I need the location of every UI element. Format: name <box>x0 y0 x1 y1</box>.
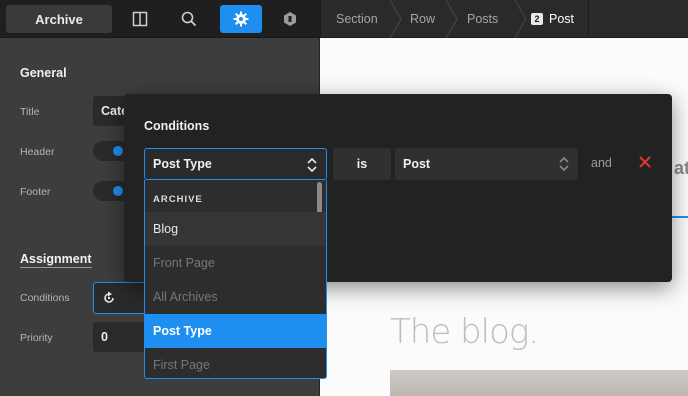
breadcrumb-item-post[interactable]: 2 Post <box>531 0 574 38</box>
accent-underline <box>672 216 688 218</box>
dropdown-option-post-type[interactable]: Post Type <box>145 314 326 348</box>
gear-icon[interactable] <box>220 5 262 33</box>
rule-type-dropdown[interactable]: ARCHIVE Blog Front Page All Archives Pos… <box>144 180 327 379</box>
breadcrumb-separator-icon <box>389 0 402 38</box>
post-count-badge: 2 <box>531 13 543 25</box>
toggle-knob <box>113 146 123 156</box>
operator-select[interactable]: is <box>333 148 391 180</box>
dropdown-group-label: ARCHIVE <box>153 194 203 205</box>
builder-window: Archive Section Row Posts 2 Post General… <box>0 0 688 396</box>
header-label: Header <box>20 146 55 158</box>
blog-heading: The blog. <box>390 312 539 352</box>
chevron-updown-icon <box>307 157 317 173</box>
dropdown-option-first-page[interactable]: First Page <box>145 348 326 378</box>
assignment-section-title: Assignment <box>20 252 92 268</box>
panel-icon[interactable] <box>123 5 157 33</box>
priority-label: Priority <box>20 332 53 344</box>
breadcrumb-item-posts[interactable]: Posts <box>467 0 498 38</box>
breadcrumb-current-label: Post <box>549 12 575 26</box>
breadcrumb: Section Row Posts 2 Post <box>320 0 688 38</box>
modal-title: Conditions <box>144 119 210 133</box>
general-section-title: General <box>20 66 67 80</box>
rule-type-value: Post Type <box>153 157 212 171</box>
and-joiner-label: and <box>591 156 612 170</box>
breadcrumb-item-row[interactable]: Row <box>410 0 435 38</box>
refresh-icon <box>104 291 114 303</box>
hexagon-icon[interactable] <box>273 5 307 33</box>
blog-featured-image <box>390 370 688 396</box>
remove-condition-icon[interactable] <box>638 155 652 169</box>
title-label: Title <box>20 106 40 118</box>
breadcrumb-divider <box>588 0 589 38</box>
search-icon[interactable] <box>172 5 206 33</box>
breadcrumb-item-section[interactable]: Section <box>336 0 378 38</box>
rule-value-label: Post <box>403 157 431 171</box>
dropdown-option-all-archives[interactable]: All Archives <box>145 280 326 314</box>
footer-label: Footer <box>20 186 51 198</box>
rule-value-select[interactable]: Post <box>395 148 578 180</box>
dropdown-option-blog[interactable]: Blog <box>145 212 326 246</box>
breadcrumb-separator-icon <box>514 0 527 38</box>
toggle-knob <box>113 186 123 196</box>
breadcrumb-separator-icon <box>445 0 458 38</box>
chevron-updown-icon <box>559 156 569 172</box>
dropdown-option-front-page[interactable]: Front Page <box>145 246 326 280</box>
partial-heading-text: at <box>674 158 688 178</box>
archive-button[interactable]: Archive <box>6 5 112 33</box>
conditions-label: Conditions <box>20 292 70 304</box>
rule-type-select[interactable]: Post Type <box>144 148 327 180</box>
top-toolbar: Archive <box>0 0 320 38</box>
